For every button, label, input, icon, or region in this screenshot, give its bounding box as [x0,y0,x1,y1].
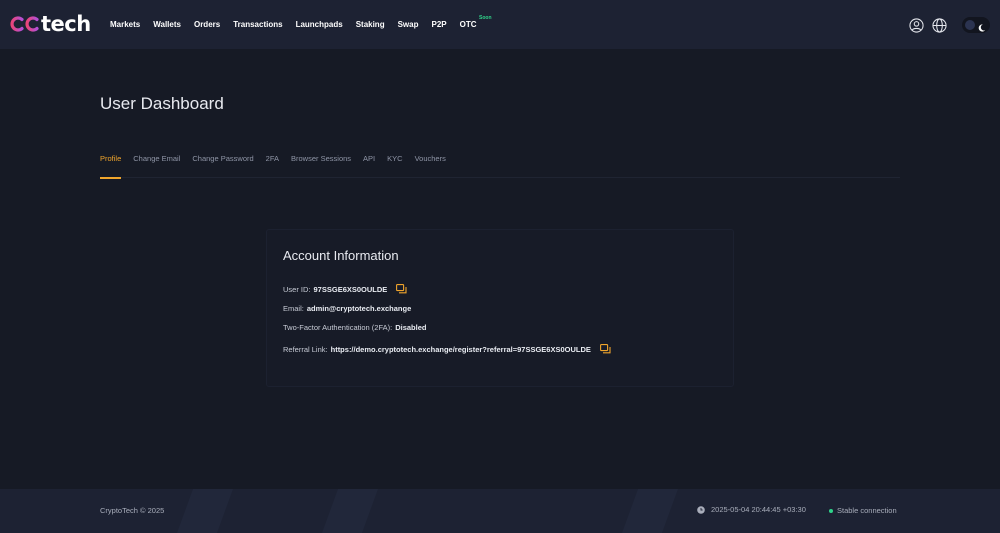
soon-badge: Soon [479,15,492,21]
referral-link-value[interactable]: https://demo.cryptotech.exchange/registe… [331,345,591,354]
card-title: Account Information [283,248,399,263]
nav-orders[interactable]: Orders [194,20,220,29]
connection-text: Stable connection [837,506,897,515]
nav-p2p[interactable]: P2P [432,20,447,29]
footer-decoration [621,489,679,533]
page-title: User Dashboard [100,94,224,113]
profile-tabs: Profile Change Email Change Password 2FA… [100,154,900,179]
footer-decoration [321,489,379,533]
nav-markets[interactable]: Markets [110,20,140,29]
referral-label: Referral Link: [283,344,328,354]
logo-mark-icon [8,15,40,33]
twofa-status: Disabled [395,323,427,332]
email-value: admin@cryptotech.exchange [306,304,412,313]
header-actions [908,14,990,36]
user-id-value: 97SSGE6XS0OULDE [313,284,388,294]
logo[interactable]: tech [8,12,91,36]
account-info-card: Account Information User ID: 97SSGE6XS0O… [266,229,734,387]
twofa-label: Two-Factor Authentication (2FA): [283,323,393,332]
footer: CryptoTech © 2025 2025-05-04 20:44:45 +0… [0,489,1000,533]
nav-otc[interactable]: OTC Soon [459,15,492,29]
tab-profile[interactable]: Profile [100,154,122,179]
copy-user-id-icon[interactable] [396,284,407,294]
main-nav: Markets Wallets Orders Transactions Laun… [110,0,492,49]
footer-decoration [176,489,234,533]
status-dot-icon [829,508,833,513]
user-id-row: User ID: 97SSGE6XS0OULDE [283,284,407,294]
connection-status: Stable connection [829,506,897,515]
nav-otc-label: OTC [459,20,477,29]
referral-row: Referral Link: https://demo.cryptotech.e… [283,344,611,354]
moon-icon [977,20,986,38]
copyright-text: CryptoTech © 2025 [100,506,165,515]
twofa-row: Two-Factor Authentication (2FA): Disable… [283,323,426,332]
tab-change-email[interactable]: Change Email [133,154,180,178]
toggle-knob [965,20,975,30]
nav-transactions[interactable]: Transactions [233,20,282,29]
theme-toggle[interactable] [962,17,990,33]
tab-2fa[interactable]: 2FA [266,154,279,178]
copy-referral-icon[interactable] [599,344,611,354]
tab-browser-sessions[interactable]: Browser Sessions [291,154,351,178]
tab-change-password[interactable]: Change Password [192,154,253,178]
datetime-value: 2025-05-04 20:44:45 +03:30 [711,505,806,514]
tab-kyc[interactable]: KYC [387,154,402,178]
nav-staking[interactable]: Staking [356,20,385,29]
nav-wallets[interactable]: Wallets [153,20,181,29]
clock-icon [697,505,705,514]
globe-icon[interactable] [931,17,948,34]
user-id-label: User ID: [283,284,311,294]
logo-text: tech [41,12,91,36]
top-navbar: tech Markets Wallets Orders Transactions… [0,0,1000,49]
tab-api[interactable]: API [363,154,375,178]
email-label: Email: [283,304,304,313]
nav-swap[interactable]: Swap [398,20,419,29]
user-icon[interactable] [908,17,925,34]
email-row: Email: admin@cryptotech.exchange [283,304,411,313]
tab-vouchers[interactable]: Vouchers [415,154,446,178]
server-time: 2025-05-04 20:44:45 +03:30 [697,505,806,514]
nav-launchpads[interactable]: Launchpads [296,20,343,29]
